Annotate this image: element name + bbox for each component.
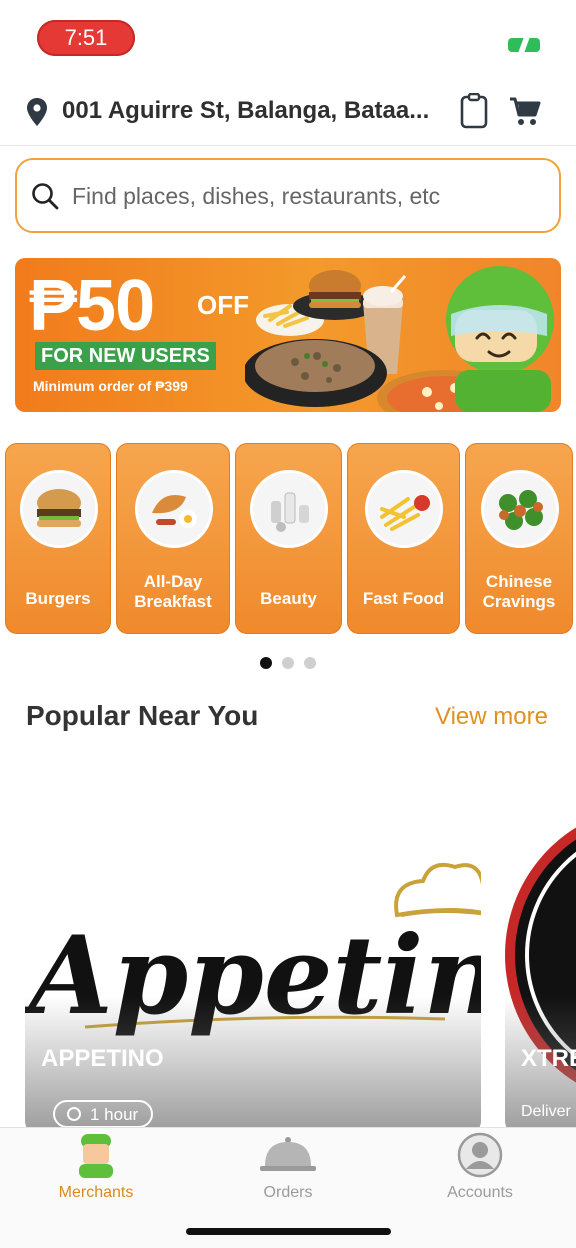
delivery-time: 1 hour: [90, 1105, 139, 1124]
nav-accounts[interactable]: Accounts: [384, 1128, 576, 1218]
search-box[interactable]: [15, 158, 561, 233]
restaurant-name: APPETINO: [41, 1045, 164, 1072]
burger-icon: [20, 470, 98, 548]
search-icon: [32, 183, 59, 210]
carousel-dot[interactable]: [304, 657, 316, 669]
restaurant-card-appetino[interactable]: Appetino APPETINO 1 hour: [25, 765, 481, 1135]
account-icon: [457, 1132, 503, 1178]
clipboard-icon[interactable]: [460, 93, 488, 129]
category-label: Burgers: [25, 589, 91, 608]
promo-minimum-order: Minimum order of ₱399: [33, 378, 188, 394]
restaurant-card-xtreme[interactable]: XTRE Deliver: [505, 765, 576, 1135]
promo-new-users-tag: FOR NEW USERS: [35, 342, 216, 370]
nav-orders[interactable]: Orders: [192, 1128, 384, 1218]
restaurant-name: XTRE: [521, 1045, 576, 1072]
promo-off-label: OFF: [197, 290, 249, 320]
broccoli-icon: [481, 470, 559, 548]
promo-amount: ₱50: [29, 266, 155, 346]
delivery-address[interactable]: 001 Aguirre St, Balanga, Bataa...: [62, 97, 452, 125]
address-bar[interactable]: 001 Aguirre St, Balanga, Bataa...: [0, 78, 576, 146]
cloche-icon: [260, 1137, 316, 1171]
nav-label: Accounts: [447, 1184, 513, 1201]
nav-label: Merchants: [58, 1184, 134, 1201]
promo-food-illustration: [245, 266, 554, 412]
location-pin-icon: [27, 98, 47, 126]
category-label: All-Day Breakfast: [134, 572, 212, 611]
nav-merchants[interactable]: Merchants: [0, 1128, 192, 1218]
delivery-time-badge: 1 hour: [53, 1100, 153, 1128]
status-bar: 7:51: [0, 0, 576, 78]
nav-label: Orders: [263, 1184, 313, 1201]
battery-icon: [508, 38, 540, 52]
category-label: Beauty: [260, 589, 317, 608]
search-input[interactable]: [72, 172, 542, 220]
status-time: 7:51: [37, 20, 135, 56]
merchant-avatar-icon: [79, 1134, 113, 1178]
carousel-dot[interactable]: [282, 657, 294, 669]
beauty-icon: [250, 470, 328, 548]
category-label: Fast Food: [362, 589, 445, 608]
category-label: Chinese Cravings: [482, 572, 556, 611]
clock-icon: [67, 1107, 81, 1121]
category-fast-food[interactable]: Fast Food: [347, 443, 460, 634]
breakfast-icon: [135, 470, 213, 548]
restaurant-delivery-label: Deliver: [521, 1103, 571, 1120]
category-beauty[interactable]: Beauty: [235, 443, 342, 634]
cart-icon[interactable]: [509, 96, 541, 126]
section-title: Popular Near You: [26, 700, 259, 731]
fries-icon: [365, 470, 443, 548]
category-burgers[interactable]: Burgers: [5, 443, 111, 634]
view-more-link[interactable]: View more: [435, 703, 548, 731]
category-chinese-cravings[interactable]: Chinese Cravings: [465, 443, 573, 634]
promo-banner[interactable]: ₱50 OFF FOR NEW USERS Minimum order of ₱…: [15, 258, 561, 412]
carousel-dot-active[interactable]: [260, 657, 272, 669]
home-indicator: [186, 1228, 391, 1235]
category-all-day-breakfast[interactable]: All-Day Breakfast: [116, 443, 230, 634]
